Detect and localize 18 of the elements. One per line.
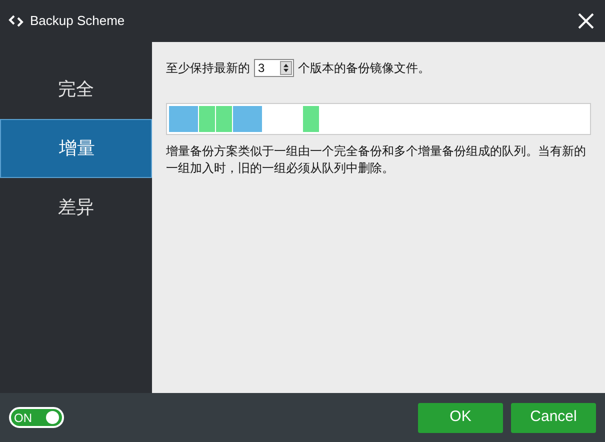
spin-arrows-icon[interactable] [280, 61, 292, 75]
incremental-backup-segment [199, 106, 215, 132]
toggle-switch[interactable]: ON [9, 407, 64, 428]
sidebar-item[interactable]: 差异 [0, 178, 152, 237]
version-spinbox[interactable]: 3 [254, 59, 294, 77]
full-backup-segment [233, 106, 262, 132]
retention-suffix: 个版本的备份镜像文件。 [298, 60, 430, 77]
full-backup-segment [169, 106, 198, 132]
window-title: Backup Scheme [30, 12, 125, 30]
incremental-backup-segment [216, 106, 232, 132]
sidebar-item[interactable]: 完全 [0, 60, 152, 119]
dialog-button[interactable]: Cancel [511, 402, 596, 432]
dialog-button[interactable]: OK [418, 402, 503, 432]
incremental-backup-segment [303, 106, 319, 132]
sidebar-item[interactable]: 增量 [0, 119, 152, 178]
back-arrows-icon [8, 14, 24, 28]
retention-label: 至少保持最新的 [166, 60, 250, 77]
scheme-description: 增量备份方案类似于一组由一个完全备份和多个增量备份组成的队列。当有新的一组加入时，旧的一组必须从队列中删除。 [166, 143, 587, 177]
